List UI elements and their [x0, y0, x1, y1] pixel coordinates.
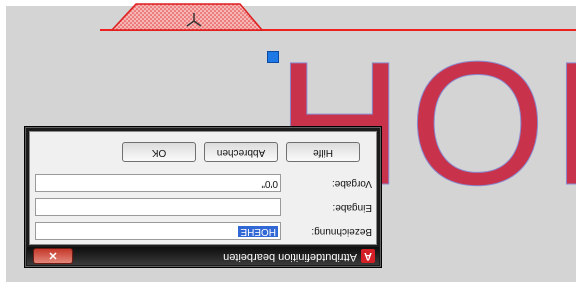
help-button[interactable]: Hilfe — [286, 142, 360, 162]
dialog-buttons: Hilfe Abbrechen OK — [30, 142, 376, 162]
close-button[interactable]: ✕ — [33, 248, 73, 264]
dialog-client: Bezeichnung: HOEHE Eingabe: Vorgabe: 0'0… — [29, 131, 377, 245]
vorgabe-input[interactable]: 0'0" — [35, 174, 281, 192]
cancel-button[interactable]: Abbrechen — [204, 142, 278, 162]
vorgabe-label: Vorgabe: — [331, 178, 372, 189]
eingabe-input[interactable] — [35, 198, 281, 216]
bezeichnung-value: HOEHE — [238, 226, 278, 237]
close-icon: ✕ — [48, 249, 58, 261]
attribute-definition-dialog: A Attributdefinition bearbeiten ✕ Bezeic… — [24, 126, 382, 268]
bezeichnung-input[interactable]: HOEHE — [35, 222, 281, 240]
dialog-titlebar[interactable]: A Attributdefinition bearbeiten ✕ — [27, 247, 379, 265]
field-row-bezeichnung: Bezeichnung: HOEHE — [30, 220, 376, 240]
selection-grip[interactable] — [267, 51, 279, 63]
eingabe-label: Eingabe: — [332, 202, 372, 213]
app-icon: A — [361, 249, 375, 263]
ok-button[interactable]: OK — [122, 142, 196, 162]
field-row-eingabe: Eingabe: — [30, 196, 376, 216]
bezeichnung-label: Bezeichnung: — [311, 226, 372, 237]
dialog-title: Attributdefinition bearbeiten — [223, 251, 357, 263]
field-row-vorgabe: Vorgabe: 0'0" — [30, 172, 376, 192]
